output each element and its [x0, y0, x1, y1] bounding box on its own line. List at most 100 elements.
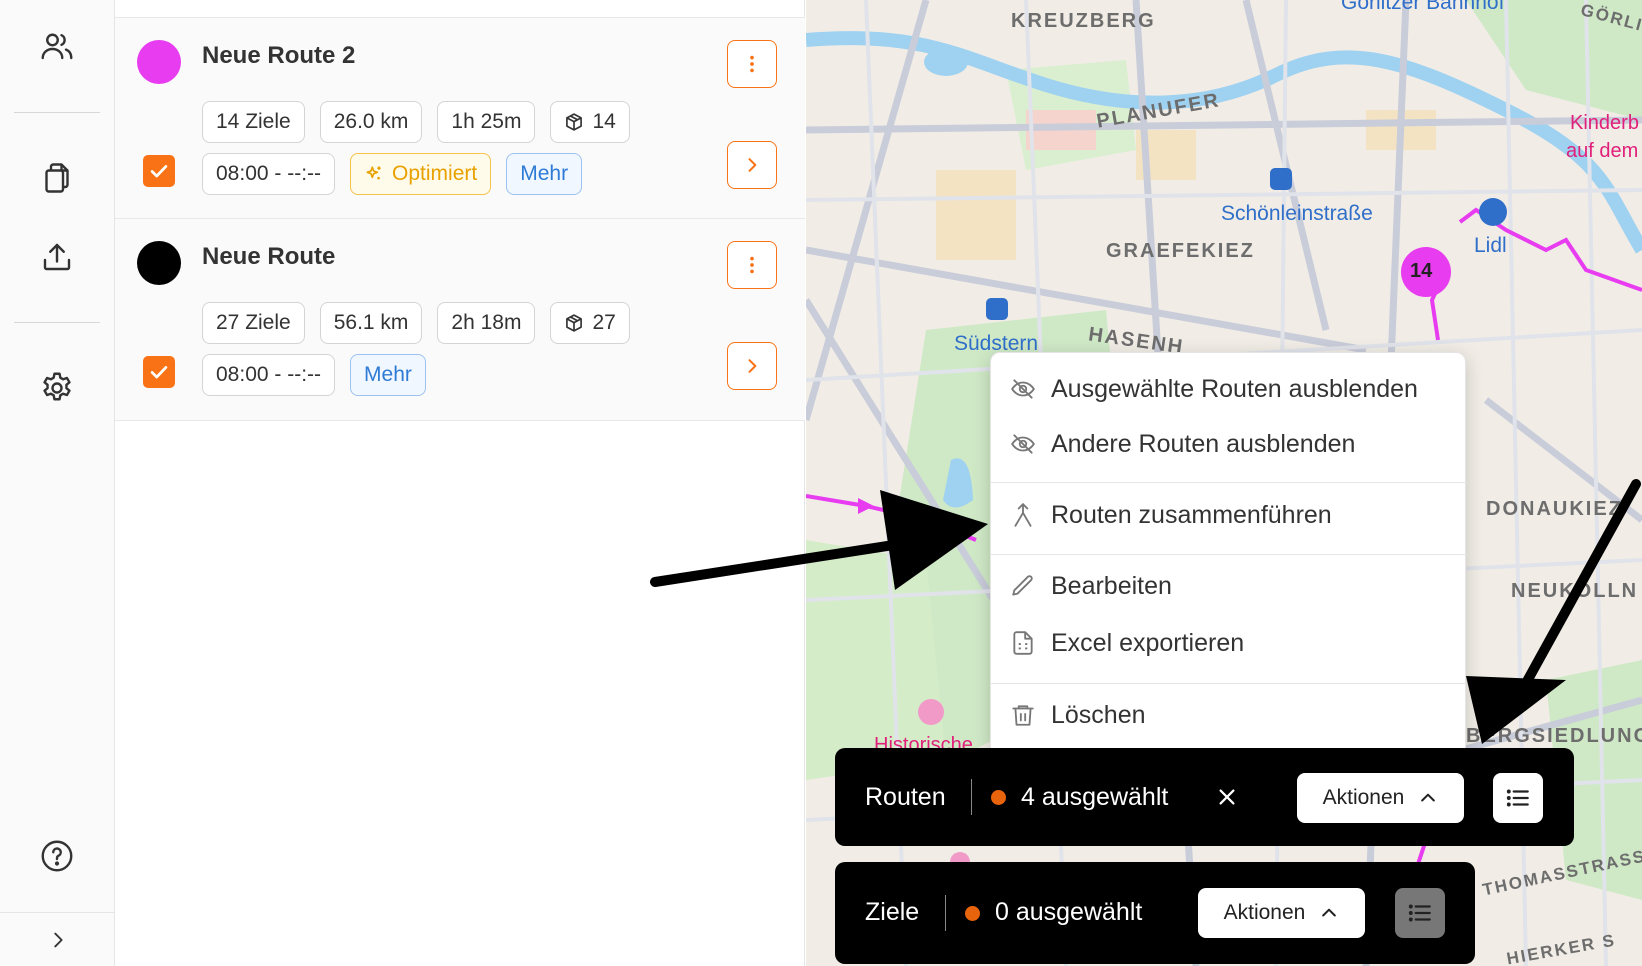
distance-chip: 56.1 km	[319, 302, 423, 344]
route-color-dot	[137, 40, 181, 84]
packages-count: 14	[592, 110, 616, 133]
map-label-station: Schönleinstraße	[1221, 202, 1373, 225]
routes-actions-button[interactable]: Aktionen	[1297, 773, 1464, 823]
file-spreadsheet-icon	[1009, 629, 1037, 657]
menu-item-merge-routes[interactable]: Routen zusammenführen	[991, 489, 1467, 541]
route-checkbox[interactable]	[143, 155, 175, 187]
list-icon	[1408, 904, 1431, 922]
route-name: Neue Route 2	[202, 42, 356, 69]
route-name: Neue Route	[202, 243, 336, 270]
check-icon	[150, 165, 168, 178]
rail-divider	[14, 112, 100, 113]
close-icon	[1219, 789, 1235, 805]
actions-label: Aktionen	[1223, 901, 1306, 924]
chevron-right-icon	[53, 932, 63, 947]
check-icon	[150, 366, 168, 379]
distance-chip: 26.0 km	[319, 101, 423, 143]
route-tags: 08:00 - --:-- Optimiert Mehr	[202, 153, 583, 195]
routes-panel: Neue Route 2 14 Ziele 26.0 km 1h 25m 14 …	[115, 0, 805, 966]
more-button[interactable]: Mehr	[350, 354, 426, 396]
menu-divider	[991, 554, 1467, 555]
clear-selection-button[interactable]	[1210, 780, 1244, 814]
map-label-district: GRAEFEKIEZ	[1106, 240, 1255, 262]
route-menu-button[interactable]	[727, 40, 777, 88]
stops-chip: 27 Ziele	[202, 302, 305, 344]
menu-item-edit[interactable]: Bearbeiten	[991, 560, 1467, 612]
map-label-poi: Lidl	[1474, 234, 1507, 257]
map-label-district: BERGSIEDLUNG	[1466, 725, 1642, 747]
menu-item-hide-others[interactable]: Andere Routen ausblenden	[991, 418, 1467, 470]
stops-chip: 14 Ziele	[202, 101, 305, 143]
map-label-district: DONAUKIEZ	[1486, 498, 1623, 520]
more-vertical-icon	[750, 55, 754, 73]
packages-chip: 14	[550, 101, 630, 143]
chevron-up-icon	[1421, 793, 1436, 802]
actions-label: Aktionen	[1322, 786, 1405, 809]
icon-rail	[0, 0, 115, 966]
settings-icon[interactable]	[33, 364, 81, 412]
more-vertical-icon	[750, 256, 754, 274]
package-icon	[566, 314, 583, 332]
menu-divider	[991, 482, 1467, 483]
package-icon	[566, 113, 583, 131]
eye-off-icon	[1009, 375, 1037, 403]
help-icon[interactable]	[33, 832, 81, 880]
rail-divider	[14, 322, 100, 323]
copy-icon[interactable]	[33, 154, 81, 202]
route-color-dot	[137, 241, 181, 285]
map-label-district: KREUZBERG	[1011, 10, 1156, 32]
routes-bar-title: Routen	[865, 783, 946, 811]
routes-selected-count: 4 ausgewählt	[1021, 783, 1169, 811]
packages-count: 27	[592, 311, 616, 334]
menu-item-hide-selected[interactable]: Ausgewählte Routen ausblenden	[991, 363, 1467, 415]
map-label-poi: Kinderb	[1570, 112, 1639, 134]
users-icon[interactable]	[33, 22, 81, 70]
menu-item-delete[interactable]: Löschen	[991, 689, 1467, 741]
duration-chip: 1h 25m	[437, 101, 536, 143]
route-card[interactable]: Neue Route 2 14 Ziele 26.0 km 1h 25m 14 …	[115, 17, 805, 219]
map-label-poi: auf dem	[1566, 140, 1639, 162]
open-route-button[interactable]	[727, 141, 777, 189]
time-window-chip[interactable]: 08:00 - --:--	[202, 354, 336, 396]
upload-icon[interactable]	[33, 233, 81, 281]
menu-item-label: Routen zusammenführen	[1051, 500, 1332, 529]
sparkles-icon	[366, 166, 381, 180]
optimized-badge: Optimiert	[350, 153, 492, 195]
route-tags: 08:00 - --:-- Mehr	[202, 354, 426, 396]
route-stats: 14 Ziele 26.0 km 1h 25m 14	[202, 101, 630, 143]
route-checkbox[interactable]	[143, 356, 175, 388]
duration-chip: 2h 18m	[437, 302, 536, 344]
more-button[interactable]: Mehr	[506, 153, 583, 195]
routes-list-button[interactable]	[1493, 773, 1543, 823]
chevron-up-icon	[1322, 908, 1337, 917]
stops-list-button[interactable]	[1395, 888, 1445, 938]
route-stats: 27 Ziele 56.1 km 2h 18m 27	[202, 302, 630, 344]
map-label-station: Görlitzer Bahnhof	[1341, 0, 1505, 14]
stops-selected-count: 0 ausgewählt	[995, 898, 1143, 926]
trash-icon	[1009, 701, 1037, 729]
menu-item-label: Andere Routen ausblenden	[1051, 429, 1356, 458]
expand-sidebar-button[interactable]	[0, 912, 115, 966]
stops-bar-title: Ziele	[865, 898, 920, 926]
menu-item-export-excel[interactable]: Excel exportieren	[991, 617, 1467, 669]
list-icon	[1506, 789, 1529, 807]
selection-dot	[965, 906, 980, 921]
open-route-button[interactable]	[727, 342, 777, 390]
actions-menu: Ausgewählte Routen ausblenden Andere Rou…	[990, 352, 1467, 758]
bar-divider	[971, 779, 972, 815]
stops-selection-bar: Ziele 0 ausgewählt Aktionen	[835, 862, 1475, 964]
packages-chip: 27	[550, 302, 630, 344]
menu-item-label: Löschen	[1051, 700, 1146, 729]
menu-item-label: Ausgewählte Routen ausblenden	[1051, 374, 1418, 403]
map-label-district: NEUKÖLLN	[1511, 580, 1639, 602]
route-menu-button[interactable]	[727, 241, 777, 289]
menu-item-label: Excel exportieren	[1051, 628, 1245, 657]
route-card[interactable]: Neue Route 27 Ziele 56.1 km 2h 18m 27 08…	[115, 219, 805, 421]
menu-item-label: Bearbeiten	[1051, 571, 1172, 600]
chevron-right-icon	[748, 359, 757, 373]
chevron-right-icon	[748, 158, 757, 172]
cluster-marker-count[interactable]: 14	[1410, 260, 1432, 283]
stops-actions-button[interactable]: Aktionen	[1198, 888, 1365, 938]
time-window-chip[interactable]: 08:00 - --:--	[202, 153, 336, 195]
pencil-icon	[1009, 572, 1037, 600]
